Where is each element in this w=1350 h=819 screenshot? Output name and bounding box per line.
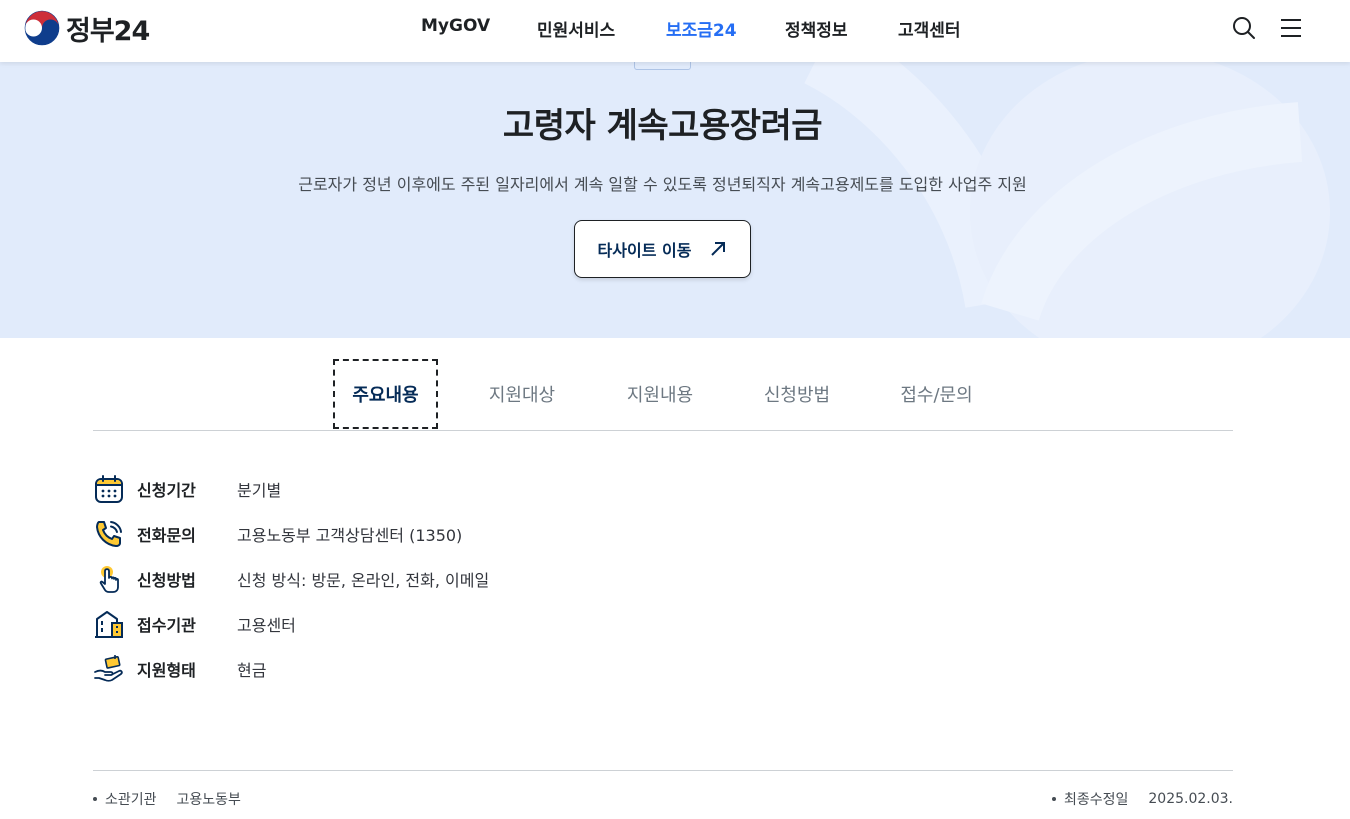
tab-eligibility[interactable]: 지원대상 [472,358,572,430]
bullet [93,797,97,801]
last-updated-info: 최종수정일 2025.02.03. [1051,789,1233,809]
tab-main-content[interactable]: 주요내용 [333,359,438,429]
page-description: 근로자가 정년 이후에도 주된 일자리에서 계속 일할 수 있도록 정년퇴직자 … [298,175,1027,194]
logo[interactable]: 정부24 [24,10,150,47]
hero-banner: 고령자 계속고용장려금 근로자가 정년 이후에도 주된 일자리에서 계속 일할 … [0,62,1350,338]
page-title: 고령자 계속고용장려금 [502,106,823,146]
arrow-up-right-icon [711,242,726,256]
tab-contact[interactable]: 접수/문의 [885,358,988,430]
nav-item-civil-services[interactable]: 민원서비스 [537,16,615,41]
nav-item-subsidy24[interactable]: 보조금24 [666,16,737,41]
info-row-receiving-agency: 접수기관 고용센터 [93,601,793,646]
calendar-icon [95,474,123,503]
info-row-application-period: 신청기간 분기별 [93,466,793,511]
agency-value: 고용노동부 [176,792,241,808]
bullet [1051,797,1056,801]
page-meta: 소관기관 고용노동부 최종수정일 2025.02.03. [93,770,1233,819]
info-label: 지원형태 [137,660,196,680]
logo-text: 정부24 [66,15,150,47]
info-value: 고용노동부 고객상담센터 (1350) [237,525,463,545]
external-site-button-label: 타사이트 이동 [597,241,692,260]
content-tabs: 주요내용 지원대상 지원내용 신청방법 접수/문의 [93,358,1233,431]
external-site-button[interactable]: 타사이트 이동 [574,220,751,278]
search-icon[interactable] [1230,14,1258,42]
info-value: 분기별 [237,480,282,500]
touch-hand-icon [99,565,119,593]
tab-how-to-apply[interactable]: 신청방법 [747,358,847,430]
agency-info: 소관기관 고용노동부 [93,789,241,809]
agency-label: 소관기관 [105,792,157,808]
last-updated-value: 2025.02.03. [1148,791,1233,807]
site-header: 정부24 MyGOV 민원서비스 보조금24 정책정보 고객센터 [0,0,1350,62]
nav-item-mygov[interactable]: MyGOV [421,16,490,36]
info-row-phone: 전화문의 고용노동부 고객상담센터 (1350) [93,511,793,556]
info-label: 신청기간 [137,480,196,500]
nav-item-customer-center[interactable]: 고객센터 [898,16,961,41]
info-label: 신청방법 [137,570,196,590]
last-updated-label: 최종수정일 [1063,792,1129,808]
tab-support-details[interactable]: 지원내용 [610,358,710,430]
info-value: 신청 방식: 방문, 온라인, 전화, 이메일 [237,570,490,590]
taegeuk-logo-icon [24,10,60,46]
phone-icon [96,520,122,547]
summary-info-list: 신청기간 분기별 전화문의 고용노동부 고객상담센터 (1350) 신청방법 신… [93,466,793,691]
info-row-support-type: 지원형태 현금 [93,646,793,691]
hand-money-icon [94,654,123,682]
info-label: 전화문의 [137,525,196,545]
hero-tag [634,62,691,70]
info-value: 고용센터 [237,615,296,635]
nav-item-policy-info[interactable]: 정책정보 [785,16,848,41]
main-nav: MyGOV 민원서비스 보조금24 정책정보 고객센터 [0,0,1350,62]
info-label: 접수기관 [137,615,196,635]
hamburger-menu-icon[interactable] [1278,14,1306,42]
building-icon [95,610,123,638]
info-row-application-method: 신청방법 신청 방식: 방문, 온라인, 전화, 이메일 [93,556,793,601]
info-value: 현금 [237,660,267,680]
